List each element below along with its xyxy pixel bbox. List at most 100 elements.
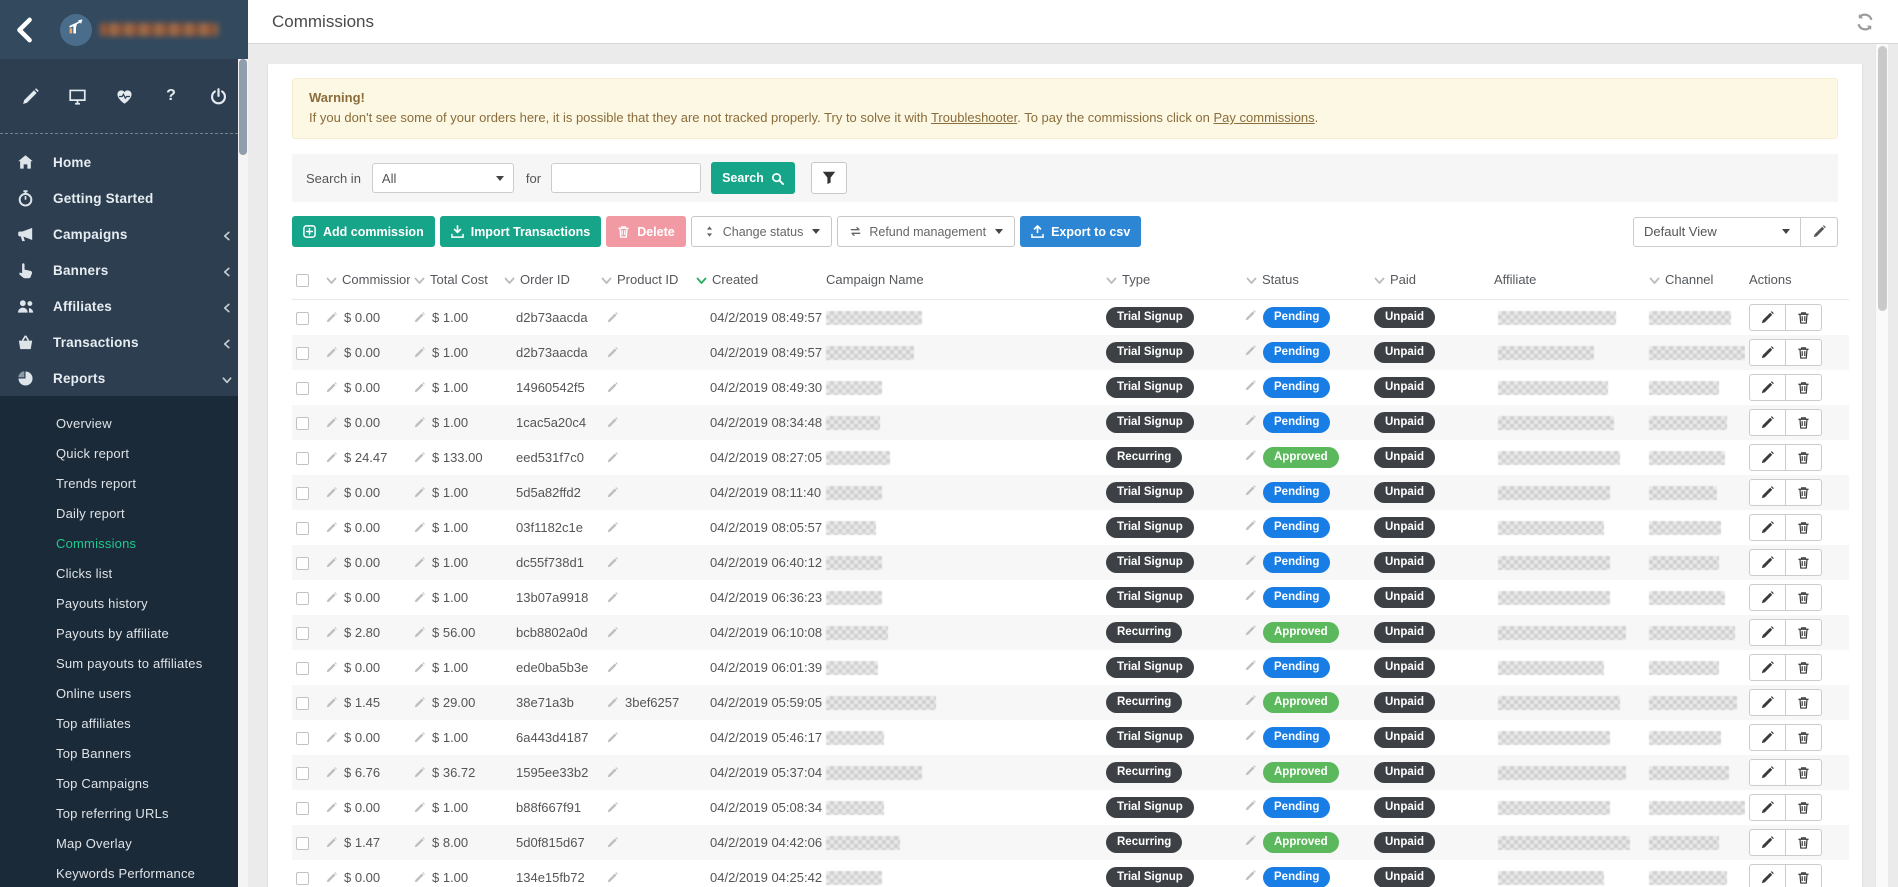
edit-product-id-icon[interactable] (607, 382, 618, 393)
row-checkbox[interactable] (296, 837, 309, 850)
edit-total-cost-icon[interactable] (414, 837, 425, 848)
edit-status-icon[interactable] (1245, 380, 1256, 391)
edit-commission-icon[interactable] (326, 697, 337, 708)
import-transactions-button[interactable]: Import Transactions (440, 216, 601, 247)
edit-product-id-icon[interactable] (607, 557, 618, 568)
edit-row-button[interactable] (1749, 864, 1786, 887)
edit-product-id-icon[interactable] (607, 872, 618, 883)
edit-row-button[interactable] (1749, 619, 1786, 646)
edit-commission-icon[interactable] (326, 592, 337, 603)
edit-row-button[interactable] (1749, 409, 1786, 436)
submenu-item-top-campaigns[interactable]: Top Campaigns (0, 768, 248, 798)
delete-row-button[interactable] (1785, 794, 1822, 821)
submenu-item-top-referring-urls[interactable]: Top referring URLs (0, 798, 248, 828)
row-checkbox[interactable] (296, 522, 309, 535)
submenu-item-overview[interactable]: Overview (0, 408, 248, 438)
delete-row-button[interactable] (1785, 689, 1822, 716)
edit-row-button[interactable] (1749, 654, 1786, 681)
monitor-icon[interactable] (67, 86, 87, 106)
edit-row-button[interactable] (1749, 549, 1786, 576)
column-header-commission[interactable]: Commission (322, 261, 410, 300)
edit-status-icon[interactable] (1245, 660, 1256, 671)
column-header-status[interactable]: Status (1242, 261, 1370, 300)
add-commission-button[interactable]: Add commission (292, 216, 435, 247)
edit-total-cost-icon[interactable] (414, 732, 425, 743)
delete-row-button[interactable] (1785, 864, 1822, 887)
edit-commission-icon[interactable] (326, 837, 337, 848)
edit-commission-icon[interactable] (326, 767, 337, 778)
edit-product-id-icon[interactable] (607, 802, 618, 813)
sidebar-item-affiliates[interactable]: Affiliates (0, 288, 248, 324)
edit-status-icon[interactable] (1245, 450, 1256, 461)
edit-commission-icon[interactable] (326, 627, 337, 638)
edit-status-icon[interactable] (1245, 835, 1256, 846)
edit-total-cost-icon[interactable] (414, 627, 425, 638)
edit-status-icon[interactable] (1245, 485, 1256, 496)
edit-row-button[interactable] (1749, 584, 1786, 611)
edit-product-id-icon[interactable] (607, 767, 618, 778)
column-header-total-cost[interactable]: Total Cost (410, 261, 500, 300)
page-scrollbar[interactable] (1875, 44, 1888, 887)
column-header-created[interactable]: Created (692, 261, 822, 300)
submenu-item-payouts-by-affiliate[interactable]: Payouts by affiliate (0, 618, 248, 648)
column-header-order-id[interactable]: Order ID (500, 261, 597, 300)
edit-commission-icon[interactable] (326, 417, 337, 428)
edit-total-cost-icon[interactable] (414, 522, 425, 533)
submenu-item-keywords-performance[interactable]: Keywords Performance (0, 858, 248, 887)
power-icon[interactable] (208, 86, 228, 106)
row-checkbox[interactable] (296, 662, 309, 675)
edit-commission-icon[interactable] (326, 662, 337, 673)
edit-status-icon[interactable] (1245, 730, 1256, 741)
edit-total-cost-icon[interactable] (414, 452, 425, 463)
delete-row-button[interactable] (1785, 829, 1822, 856)
edit-status-icon[interactable] (1245, 555, 1256, 566)
edit-row-button[interactable] (1749, 374, 1786, 401)
edit-status-icon[interactable] (1245, 310, 1256, 321)
edit-view-button[interactable] (1801, 217, 1838, 247)
submenu-item-commissions[interactable]: Commissions (0, 528, 248, 558)
edit-row-button[interactable] (1749, 304, 1786, 331)
edit-product-id-icon[interactable] (607, 347, 618, 358)
row-checkbox[interactable] (296, 347, 309, 360)
row-checkbox[interactable] (296, 802, 309, 815)
edit-commission-icon[interactable] (326, 487, 337, 498)
edit-total-cost-icon[interactable] (414, 872, 425, 883)
sidebar-item-getting-started[interactable]: Getting Started (0, 180, 248, 216)
edit-status-icon[interactable] (1245, 590, 1256, 601)
submenu-item-top-affiliates[interactable]: Top affiliates (0, 708, 248, 738)
edit-status-icon[interactable] (1245, 765, 1256, 776)
delete-row-button[interactable] (1785, 549, 1822, 576)
edit-status-icon[interactable] (1245, 345, 1256, 356)
sidebar-item-reports[interactable]: Reports (0, 360, 248, 396)
delete-row-button[interactable] (1785, 619, 1822, 646)
filter-button[interactable] (811, 162, 847, 194)
delete-row-button[interactable] (1785, 654, 1822, 681)
edit-product-id-icon[interactable] (607, 592, 618, 603)
search-button[interactable]: Search (711, 162, 795, 194)
sidebar-collapse-icon[interactable] (12, 17, 38, 43)
column-header-paid[interactable]: Paid (1370, 261, 1490, 300)
troubleshooter-link[interactable]: Troubleshooter (931, 110, 1017, 125)
edit-total-cost-icon[interactable] (414, 767, 425, 778)
edit-commission-icon[interactable] (326, 557, 337, 568)
submenu-item-quick-report[interactable]: Quick report (0, 438, 248, 468)
edit-product-id-icon[interactable] (607, 417, 618, 428)
edit-row-button[interactable] (1749, 514, 1786, 541)
sidebar-scrollbar[interactable] (238, 59, 248, 887)
delete-row-button[interactable] (1785, 444, 1822, 471)
delete-button[interactable]: Delete (606, 216, 686, 247)
edit-total-cost-icon[interactable] (414, 382, 425, 393)
column-header-channel[interactable]: Channel (1645, 261, 1745, 300)
row-checkbox[interactable] (296, 312, 309, 325)
row-checkbox[interactable] (296, 697, 309, 710)
delete-row-button[interactable] (1785, 409, 1822, 436)
submenu-item-top-banners[interactable]: Top Banners (0, 738, 248, 768)
edit-status-icon[interactable] (1245, 625, 1256, 636)
row-checkbox[interactable] (296, 487, 309, 500)
edit-row-button[interactable] (1749, 444, 1786, 471)
edit-commission-icon[interactable] (326, 732, 337, 743)
row-checkbox[interactable] (296, 767, 309, 780)
submenu-item-daily-report[interactable]: Daily report (0, 498, 248, 528)
sidebar-item-banners[interactable]: Banners (0, 252, 248, 288)
export-csv-button[interactable]: Export to csv (1020, 216, 1141, 247)
